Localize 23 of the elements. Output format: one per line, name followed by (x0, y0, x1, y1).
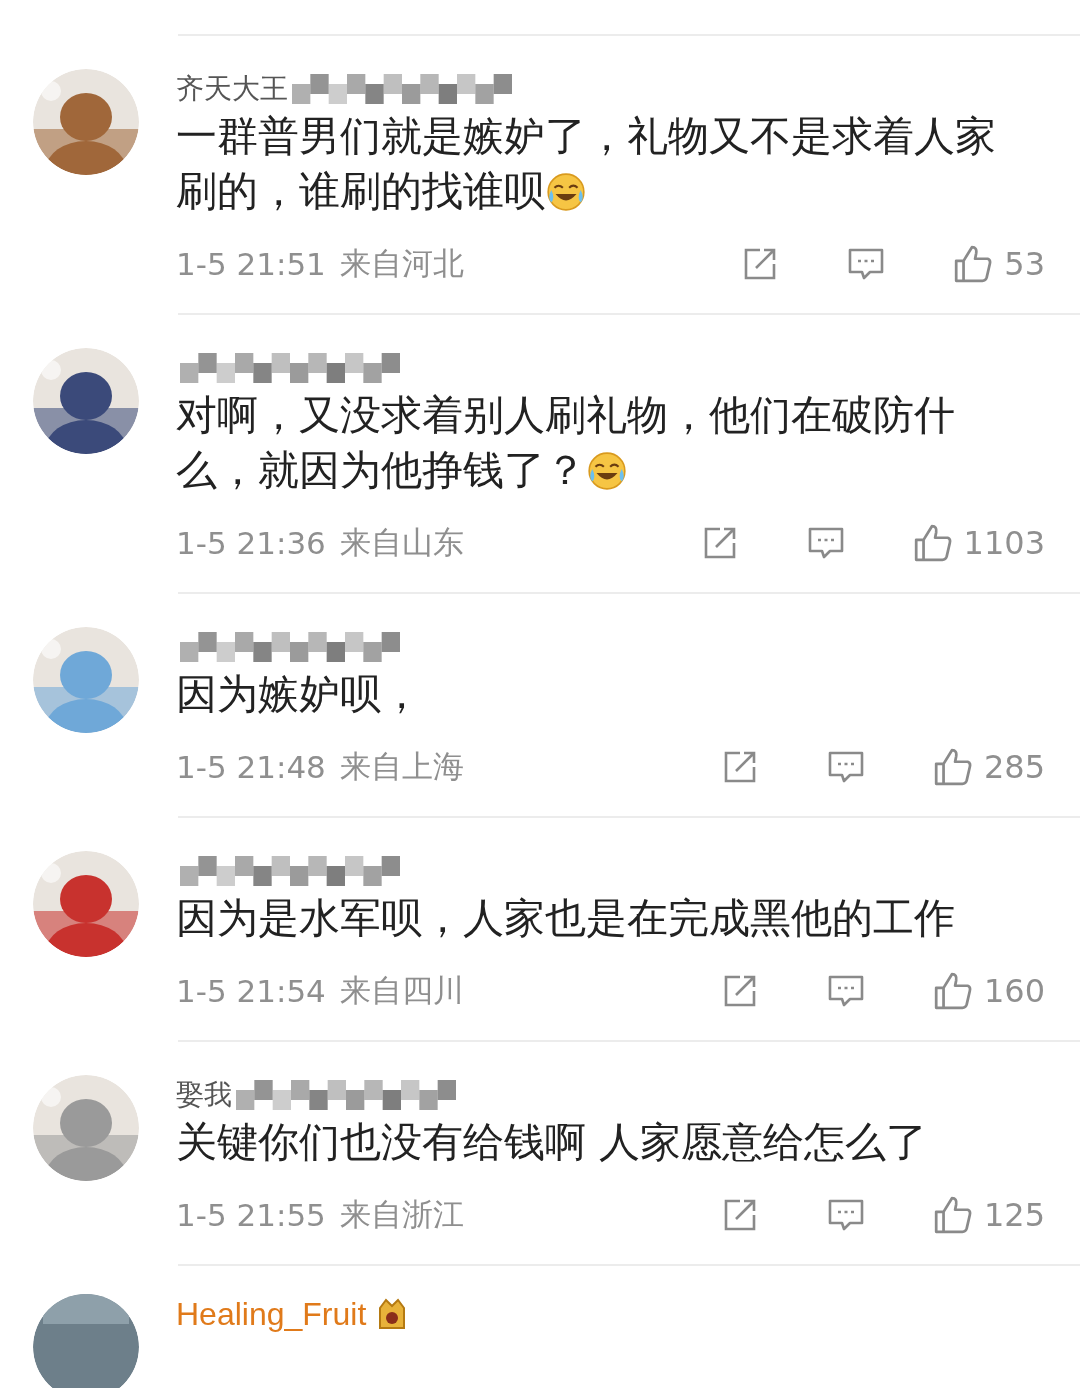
comment-location: 来自四川 (339, 971, 464, 1010)
comment-location: 来自河北 (339, 244, 464, 283)
like-button[interactable]: 53 (952, 243, 1045, 285)
comment-text: 因为是水军呗，人家也是在完成黑他的工作 (176, 893, 956, 944)
like-button[interactable]: 1103 (911, 522, 1045, 564)
comment-text: 关键你们也没有给钱啊 人家愿意给怎么了 (176, 1117, 929, 1168)
comment-time: 1-5 21:55 (176, 1197, 326, 1233)
comment-text: 对啊，又没求着别人刷礼物，他们在破防什么，就因为他挣钱了？ (176, 390, 956, 496)
comment-time: 1-5 21:36 (176, 525, 326, 561)
comment-time: 1-5 21:54 (176, 973, 326, 1009)
like-button[interactable]: 285 (931, 746, 1045, 788)
username[interactable]: 娶我 (176, 1076, 232, 1114)
comment-text: 因为嫉妒呗， (176, 669, 423, 720)
comment-location: 来自上海 (339, 747, 464, 786)
like-button[interactable]: 160 (931, 970, 1045, 1012)
comment-location: 来自山东 (339, 523, 464, 562)
comment-time: 1-5 21:48 (176, 749, 326, 785)
like-button[interactable]: 125 (931, 1194, 1045, 1236)
comment-text: 一群普男们就是嫉妒了，礼物又不是求着人家刷的，谁刷的找谁呗 (176, 111, 997, 217)
comment-location: 来自浙江 (339, 1195, 464, 1234)
username[interactable]: Healing_Fruit (176, 1295, 367, 1333)
username[interactable]: 齐天大王 (176, 70, 288, 108)
comment-time: 1-5 21:51 (176, 246, 326, 282)
